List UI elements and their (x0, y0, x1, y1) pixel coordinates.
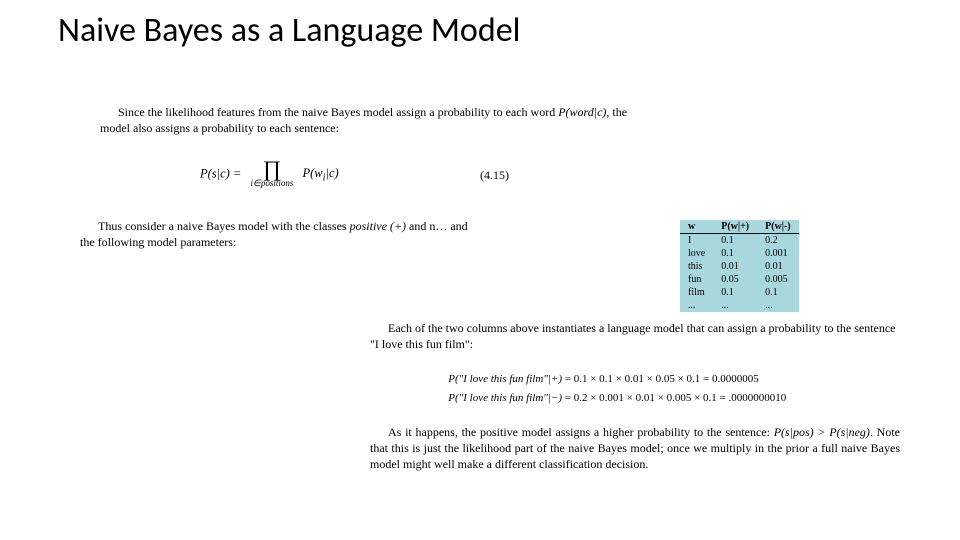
text: Thus consider a naive Bayes model with t… (98, 219, 350, 233)
cell-word: I (680, 234, 713, 248)
probability-table: w P(w|+) P(w|-) I0.10.2love0.10.001this0… (680, 220, 799, 312)
inline-math: P(s|pos) > P(s|neg) (774, 425, 870, 439)
cell-word: this (680, 260, 713, 273)
col-pw-neg: P(w|-) (757, 220, 799, 234)
cell-neg: ... (757, 299, 799, 312)
calc-rhs: = 0.2 × 0.001 × 0.01 × 0.005 × 0.1 = .00… (565, 389, 786, 408)
text: As it happens, the positive model assign… (388, 425, 774, 439)
cell-neg: 0.001 (757, 247, 799, 260)
calculation-block: P("I love this fun film"|+) = 0.1 × 0.1 … (430, 370, 786, 407)
text: Each of the two columns above instantiat… (370, 321, 896, 351)
cell-pos: 0.1 (713, 234, 757, 248)
paragraph-conclusion: As it happens, the positive model assign… (370, 424, 900, 473)
inline-emph: positive (+) (350, 219, 406, 233)
cell-pos: 0.01 (713, 260, 757, 273)
paragraph-intro: Since the likelihood features from the n… (100, 104, 660, 136)
paragraph-columns: Each of the two columns above instantiat… (370, 320, 900, 352)
cell-pos: 0.05 (713, 273, 757, 286)
product-sub: i∈positions (251, 178, 294, 189)
equation-display: P(s|c) = ∏ i∈positions P(wi|c) (200, 160, 620, 189)
product-symbol: ∏ i∈positions (251, 160, 294, 189)
calc-row-neg: P("I love this fun film"|−) = 0.2 × 0.00… (430, 389, 786, 408)
slide-title: Naive Bayes as a Language Model (58, 10, 520, 51)
cell-word: film (680, 286, 713, 299)
text: |c) (326, 166, 339, 180)
text: Since the likelihood features from the n… (118, 105, 558, 119)
text: P(w (302, 166, 322, 180)
table-row: love0.10.001 (680, 247, 799, 260)
cell-neg: 0.005 (757, 273, 799, 286)
calc-row-pos: P("I love this fun film"|+) = 0.1 × 0.1 … (430, 370, 786, 389)
col-w: w (680, 220, 713, 234)
calc-rhs: = 0.1 × 0.1 × 0.01 × 0.05 × 0.1 = 0.0000… (565, 370, 759, 389)
cell-word: ... (680, 299, 713, 312)
equation-number: (4.15) (480, 168, 509, 183)
eq-lhs: P(s|c) = (200, 166, 245, 180)
table-row: this0.010.01 (680, 260, 799, 273)
cell-neg: 0.01 (757, 260, 799, 273)
cell-word: love (680, 247, 713, 260)
col-pw-pos: P(w|+) (713, 220, 757, 234)
cell-neg: 0.1 (757, 286, 799, 299)
cell-pos: 0.1 (713, 286, 757, 299)
cell-pos: ... (713, 299, 757, 312)
table-row: I0.10.2 (680, 234, 799, 248)
paragraph-model: Thus consider a naive Bayes model with t… (80, 218, 480, 250)
table-row: ......... (680, 299, 799, 312)
cell-neg: 0.2 (757, 234, 799, 248)
table-row: fun0.050.005 (680, 273, 799, 286)
eq-rhs: P(wi|c) (302, 166, 338, 180)
table-row: film0.10.1 (680, 286, 799, 299)
table-header-row: w P(w|+) P(w|-) (680, 220, 799, 234)
cell-pos: 0.1 (713, 247, 757, 260)
calc-lhs: P("I love this fun film"|+) (430, 370, 562, 389)
cell-word: fun (680, 273, 713, 286)
inline-math: P(word|c) (558, 105, 606, 119)
calc-lhs: P("I love this fun film"|−) (430, 389, 562, 408)
